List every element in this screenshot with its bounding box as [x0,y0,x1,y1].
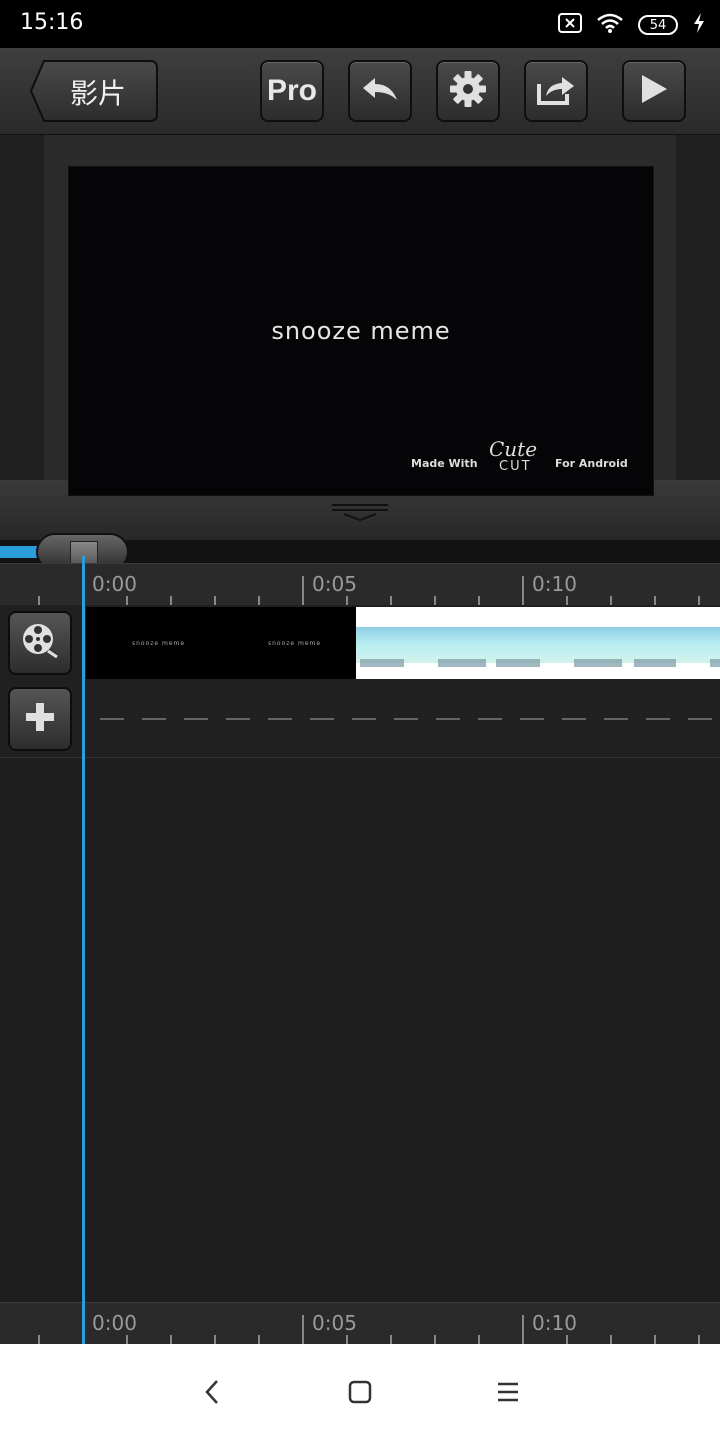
add-track-row [0,681,720,758]
status-icons: 54 [558,12,706,38]
watermark-left: Made With [411,457,478,470]
video-clip-title[interactable]: snooze meme snooze meme [86,607,356,679]
plus-icon [24,701,56,737]
film-reel-icon [20,621,60,665]
gear-icon [449,70,487,112]
ruler-label: 0:05 [312,1311,357,1335]
status-bar: 15:16 54 [0,0,720,48]
clip-thumb-text: snooze meme [132,640,186,647]
watermark-logo: Cute [489,437,538,461]
video-track-button[interactable] [8,611,72,675]
ruler-label: 0:00 [92,572,137,596]
pro-label: Pro [266,74,317,107]
ruler-label: 0:00 [92,1311,137,1335]
play-icon [639,73,669,109]
preview-title: snooze meme [271,317,451,345]
video-track: snooze meme snooze meme [0,605,720,682]
play-button[interactable] [622,60,686,122]
ruler-label: 0:05 [312,572,357,596]
home-icon [348,1380,372,1408]
drawer-handle-icon[interactable] [330,502,390,522]
ruler-label: 0:10 [532,572,577,596]
battery-icon: 54 [638,15,678,35]
timeline-workspace[interactable] [0,758,720,1302]
battery-level: 54 [649,17,667,33]
sim-off-icon [558,13,582,37]
back-to-movies-button[interactable]: 影片 [30,60,158,122]
timeline-ruler[interactable]: 0:00 0:05 0:10 [0,563,720,606]
nav-menu-button[interactable] [488,1374,528,1414]
playhead[interactable] [82,556,85,1344]
status-time: 15:16 [20,10,84,35]
settings-button[interactable] [436,60,500,122]
pro-button[interactable]: Pro [260,60,324,122]
charging-icon [692,12,706,38]
watermark-right: For Android [555,457,628,470]
nav-home-button[interactable] [340,1374,380,1414]
undo-button[interactable] [348,60,412,122]
back-icon [202,1379,222,1409]
undo-icon [361,74,399,108]
timeline-ruler-bottom[interactable]: 0:00 0:05 0:10 [0,1302,720,1345]
system-nav-bar [0,1344,720,1440]
wifi-icon [596,12,624,38]
video-clip-image[interactable] [356,607,720,679]
clip-thumb-text: snooze meme [268,640,322,647]
toolbar: 影片 Pro [0,48,720,135]
add-track-button[interactable] [8,687,72,751]
share-button[interactable] [524,60,588,122]
back-label: 影片 [70,77,127,110]
watermark-logo-sub: CUT [499,459,532,474]
video-preview[interactable]: snooze meme Made With Cute CUT For Andro… [68,166,654,496]
empty-track-placeholder [100,718,720,720]
menu-icon [496,1381,520,1407]
nav-back-button[interactable] [192,1374,232,1414]
share-icon [536,72,576,110]
ruler-label: 0:10 [532,1311,577,1335]
